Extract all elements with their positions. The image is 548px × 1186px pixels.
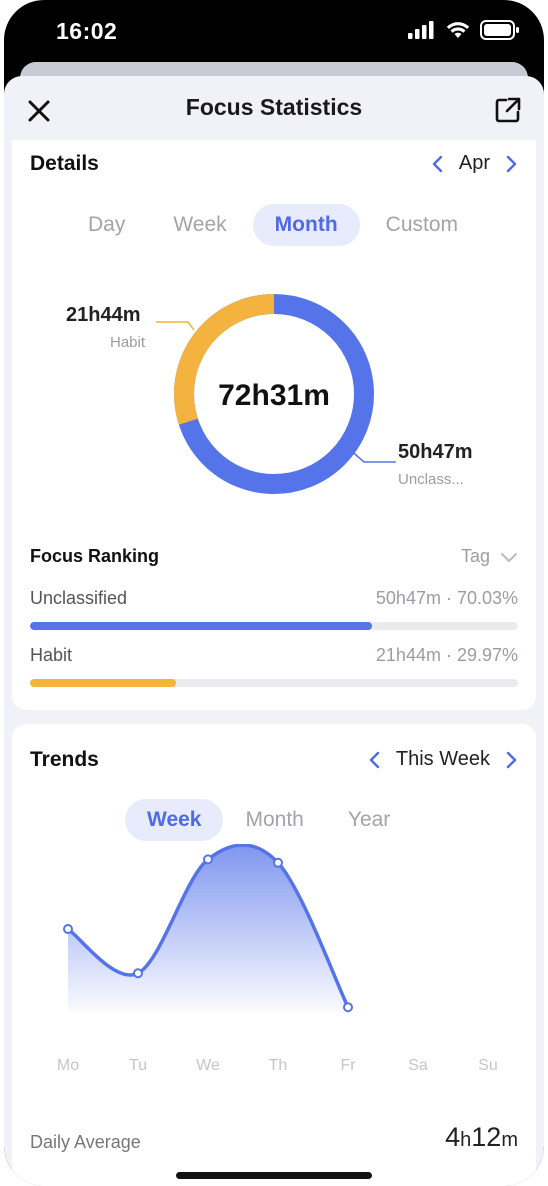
focus-ranking-title: Focus Ranking (30, 546, 160, 566)
chevron-right-icon[interactable] (504, 750, 518, 770)
trends-title: Trends (30, 748, 99, 771)
unclassified-callout-value: 50h47m (398, 441, 473, 463)
ranking-item-stat: 50h47m · 70.03% (375, 588, 518, 608)
focus-statistics-screen: Focus Statistics Details Apr Day Week Mo… (4, 76, 544, 1186)
trend-area-fill (68, 844, 348, 1014)
trends-period-label: This Week (395, 748, 490, 770)
trend-x-tick-label: We (196, 1057, 220, 1074)
status-time: 16:02 (56, 18, 118, 44)
tab-month[interactable]: Month (252, 204, 360, 246)
daily-average-hours: 4 (445, 1122, 461, 1152)
trend-point[interactable] (133, 968, 143, 979)
phone-frame: 16:02 Focus Statistics Details Apr Day W… (4, 0, 544, 1186)
trends-card: Trends This Week Week Month Year Mo Tu W… (12, 724, 536, 1186)
focus-donut: 72h31m 21h44m Habit 50h47m Unclass... (12, 280, 536, 520)
details-title: Details (30, 152, 99, 175)
trend-point[interactable] (63, 924, 73, 935)
chevron-left-icon[interactable] (368, 750, 382, 770)
tab-custom[interactable]: Custom (364, 204, 480, 246)
status-bar: 16:02 (4, 0, 544, 64)
nav-bar: Focus Statistics (4, 76, 544, 140)
page-title: Focus Statistics (185, 94, 363, 120)
daily-average-label: Daily Average (30, 1132, 141, 1152)
habit-callout-label: Habit (110, 334, 146, 351)
trends-period-nav: This Week (368, 748, 518, 771)
ranking-filter-label: Tag (460, 546, 490, 566)
tab-day[interactable]: Day (66, 204, 147, 246)
status-icons (408, 20, 520, 40)
trend-point[interactable] (203, 854, 213, 865)
trend-point[interactable] (343, 1002, 353, 1013)
daily-average-h-unit: h (460, 1129, 472, 1151)
unclassified-callout-label: Unclass... (398, 471, 464, 488)
ranking-item-name: Habit (30, 645, 73, 665)
wifi-icon (446, 22, 470, 38)
donut-total: 72h31m (218, 379, 330, 412)
trend-x-tick-label: Fr (340, 1057, 356, 1074)
daily-average-m-unit: m (501, 1129, 518, 1151)
ranking-filter-dropdown[interactable]: Tag (461, 546, 518, 567)
trend-x-tick-label: Tu (129, 1057, 147, 1074)
details-card: Details Apr Day Week Month Custom 72h31m (12, 140, 536, 710)
daily-average-value: 4h12m (445, 1122, 518, 1153)
chevron-down-icon (501, 552, 517, 562)
share-icon[interactable] (494, 96, 522, 124)
habit-leader-line (156, 321, 195, 331)
chevron-left-icon[interactable] (431, 154, 445, 174)
ranking-item-stat: 21h44m · 29.97% (375, 645, 518, 665)
trend-x-tick-label: Mo (57, 1057, 79, 1074)
home-indicator (176, 1172, 372, 1179)
daily-average-minutes: 12 (471, 1122, 502, 1152)
ranking-bar-fill (30, 622, 372, 630)
tab-trend-year[interactable]: Year (326, 799, 412, 841)
tab-trend-week[interactable]: Week (125, 799, 224, 841)
tab-week[interactable]: Week (151, 204, 248, 246)
signal-icon (408, 21, 434, 39)
ranking-bar-track (30, 622, 518, 630)
trend-area-chart: Mo Tu We Th Fr Sa Su (57, 844, 498, 1074)
trends-range-tabs: Week Month Year (125, 799, 412, 841)
chevron-right-icon[interactable] (504, 154, 518, 174)
details-period-nav: Apr (431, 152, 518, 175)
tab-trend-month[interactable]: Month (223, 799, 325, 841)
trend-x-tick-label: Sa (408, 1057, 428, 1074)
details-period-label: Apr (458, 152, 490, 174)
trend-x-tick-label: Su (478, 1057, 498, 1074)
trend-x-tick-label: Th (269, 1057, 288, 1074)
trend-point[interactable] (273, 857, 283, 868)
ranking-item-name: Unclassified (30, 588, 128, 608)
ranking-bar-track (30, 679, 518, 687)
ranking-bar-fill (30, 679, 177, 687)
habit-callout-value: 21h44m (66, 304, 141, 326)
battery-icon (480, 20, 519, 40)
details-range-tabs: Day Week Month Custom (66, 204, 480, 246)
